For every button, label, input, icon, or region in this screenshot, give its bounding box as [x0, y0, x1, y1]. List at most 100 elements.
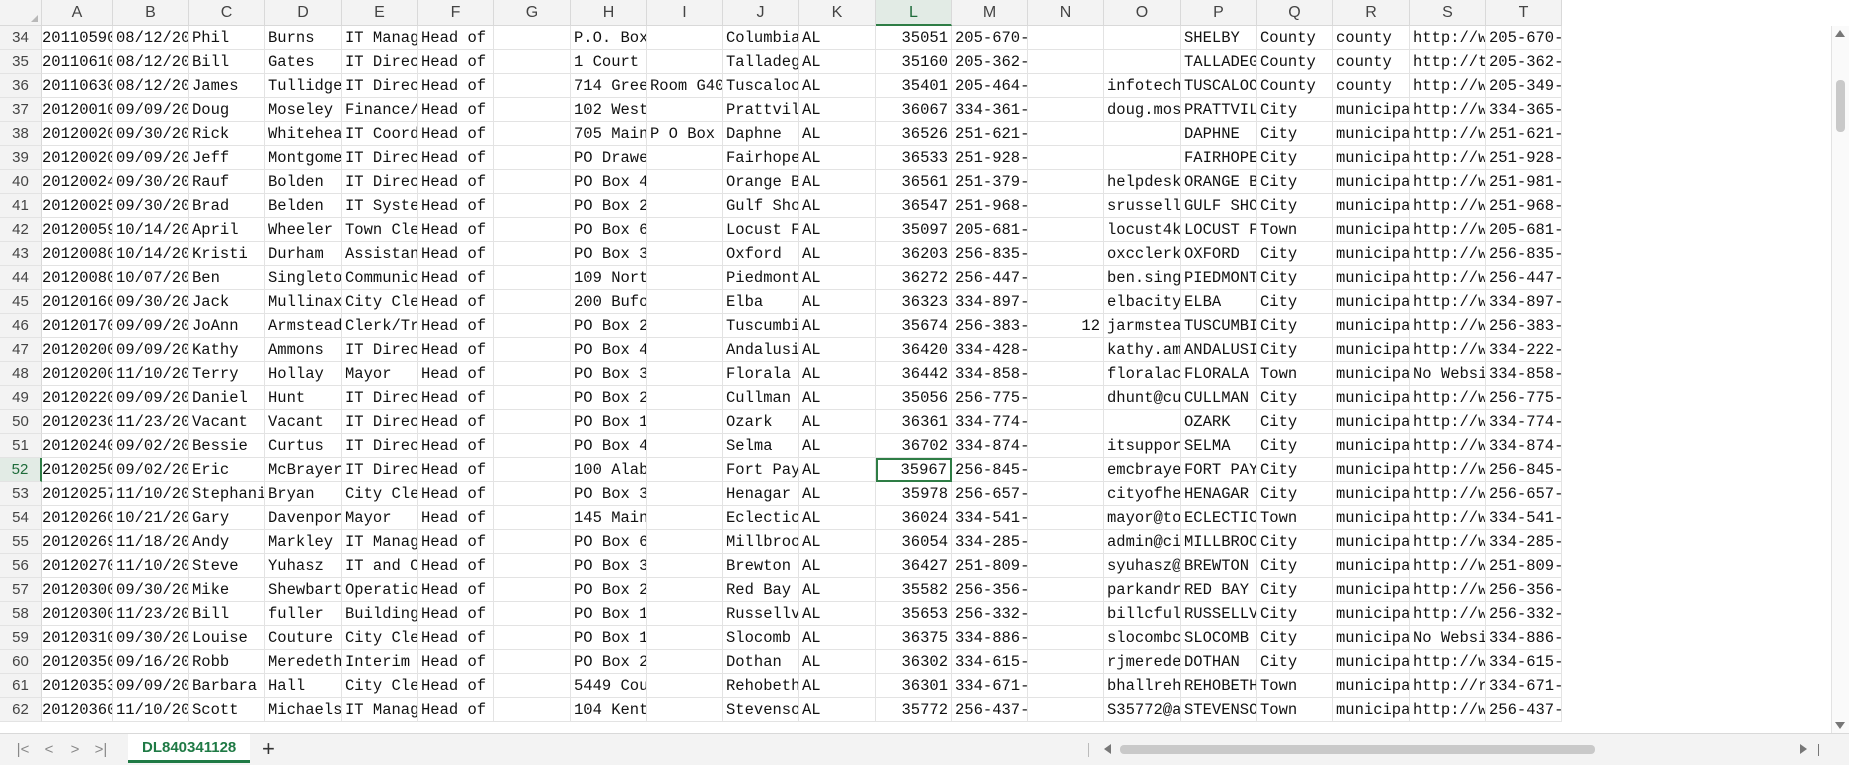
cell-c[interactable]: Jack: [189, 290, 265, 314]
cell-p[interactable]: RED BAY: [1181, 578, 1257, 602]
row-header[interactable]: 37: [0, 98, 42, 122]
cell-d[interactable]: Bryan: [265, 482, 342, 506]
cell-l[interactable]: 35056: [876, 386, 952, 410]
cell-l[interactable]: 36375: [876, 626, 952, 650]
cell-c[interactable]: James: [189, 74, 265, 98]
cell-b[interactable]: 10/21/2016: [113, 506, 189, 530]
cell-i[interactable]: [647, 314, 723, 338]
cell-e[interactable]: IT Coordin: [342, 122, 418, 146]
cell-e[interactable]: City Clerk: [342, 482, 418, 506]
cell-b[interactable]: 09/30/2016: [113, 170, 189, 194]
cell-o[interactable]: jarmstead@: [1104, 314, 1181, 338]
cell-j[interactable]: Russellville: [723, 602, 799, 626]
cell-b[interactable]: 09/30/2016: [113, 578, 189, 602]
cell-b[interactable]: 09/30/2016: [113, 290, 189, 314]
cell-s[interactable]: http://www: [1410, 338, 1486, 362]
cell-s[interactable]: http://www: [1410, 386, 1486, 410]
cell-o[interactable]: admin@city: [1104, 530, 1181, 554]
cell-j[interactable]: Elba: [723, 290, 799, 314]
cell-m[interactable]: 256-835-6100: [952, 242, 1028, 266]
cell-j[interactable]: Slocomb: [723, 626, 799, 650]
cell-t[interactable]: 334-874-: [1486, 434, 1562, 458]
column-header-m[interactable]: M: [952, 0, 1028, 26]
cell-e[interactable]: IT Director: [342, 74, 418, 98]
cell-a[interactable]: 2012005901: [42, 218, 113, 242]
cell-i[interactable]: [647, 650, 723, 674]
cell-p[interactable]: GULF SHORES: [1181, 194, 1257, 218]
cell-o[interactable]: [1104, 50, 1181, 74]
cell-n[interactable]: [1028, 506, 1104, 530]
cell-k[interactable]: AL: [799, 122, 876, 146]
cell-k[interactable]: AL: [799, 242, 876, 266]
cell-t[interactable]: 334-858-: [1486, 362, 1562, 386]
column-header-i[interactable]: I: [647, 0, 723, 26]
cell-j[interactable]: Prattville: [723, 98, 799, 122]
cell-l[interactable]: 36702: [876, 434, 952, 458]
cell-i[interactable]: [647, 194, 723, 218]
cell-a[interactable]: 2012016001: [42, 290, 113, 314]
cell-i[interactable]: [647, 146, 723, 170]
cell-n[interactable]: [1028, 50, 1104, 74]
cell-g[interactable]: [494, 194, 571, 218]
cell-i[interactable]: Room G40: [647, 74, 723, 98]
cell-c[interactable]: Bessie: [189, 434, 265, 458]
cell-n[interactable]: [1028, 578, 1104, 602]
cell-h[interactable]: 705 Main S: [571, 122, 647, 146]
cell-s[interactable]: http://www: [1410, 242, 1486, 266]
cell-d[interactable]: Hall: [265, 674, 342, 698]
cell-l[interactable]: 36302: [876, 650, 952, 674]
cell-t[interactable]: 334-365-: [1486, 98, 1562, 122]
cell-n[interactable]: [1028, 626, 1104, 650]
cell-g[interactable]: [494, 674, 571, 698]
cell-m[interactable]: 334-774-5393: [952, 410, 1028, 434]
cell-d[interactable]: Yuhasz: [265, 554, 342, 578]
cell-d[interactable]: Burns: [265, 26, 342, 50]
cell-m[interactable]: 251-928-2136: [952, 146, 1028, 170]
cell-s[interactable]: http://www: [1410, 98, 1486, 122]
column-header-s[interactable]: S: [1410, 0, 1486, 26]
cell-a[interactable]: 2011063063: [42, 74, 113, 98]
row-header[interactable]: 50: [0, 410, 42, 434]
cell-n[interactable]: [1028, 386, 1104, 410]
cell-b[interactable]: 09/16/2016: [113, 650, 189, 674]
cell-g[interactable]: [494, 410, 571, 434]
cell-t[interactable]: 256-657-: [1486, 482, 1562, 506]
row-header[interactable]: 52: [0, 458, 42, 482]
cell-q[interactable]: City: [1257, 170, 1333, 194]
cell-n[interactable]: [1028, 482, 1104, 506]
cell-p[interactable]: DAPHNE: [1181, 122, 1257, 146]
cell-p[interactable]: STEVENSON: [1181, 698, 1257, 722]
cell-e[interactable]: IT Director: [342, 338, 418, 362]
cell-a[interactable]: 2012035004: [42, 650, 113, 674]
cell-h[interactable]: PO Drawer 429: [571, 146, 647, 170]
cell-q[interactable]: City: [1257, 194, 1333, 218]
cell-n[interactable]: [1028, 98, 1104, 122]
cell-t[interactable]: 334-774-: [1486, 410, 1562, 434]
cell-j[interactable]: Talladega: [723, 50, 799, 74]
cell-t[interactable]: 251-981-: [1486, 170, 1562, 194]
cell-q[interactable]: City: [1257, 242, 1333, 266]
row-header[interactable]: 39: [0, 146, 42, 170]
cell-l[interactable]: 36323: [876, 290, 952, 314]
cell-f[interactable]: Head of IT: [418, 314, 494, 338]
cell-p[interactable]: BREWTON: [1181, 554, 1257, 578]
cell-f[interactable]: Head of IT: [418, 482, 494, 506]
column-header-j[interactable]: J: [723, 0, 799, 26]
cell-b[interactable]: 10/14/2016: [113, 218, 189, 242]
cell-k[interactable]: AL: [799, 674, 876, 698]
cell-o[interactable]: cityofhena: [1104, 482, 1181, 506]
cell-l[interactable]: 36442: [876, 362, 952, 386]
cell-n[interactable]: [1028, 410, 1104, 434]
cell-j[interactable]: Columbiana: [723, 26, 799, 50]
horizontal-scrollbar[interactable]: [1120, 745, 1800, 754]
cell-g[interactable]: [494, 482, 571, 506]
cell-g[interactable]: [494, 506, 571, 530]
column-header-f[interactable]: F: [418, 0, 494, 26]
cell-s[interactable]: http://tal: [1410, 50, 1486, 74]
cell-s[interactable]: http://www: [1410, 410, 1486, 434]
cell-d[interactable]: Davenport: [265, 506, 342, 530]
cell-i[interactable]: [647, 458, 723, 482]
cell-j[interactable]: Cullman: [723, 386, 799, 410]
cell-m[interactable]: 205-464-8552: [952, 74, 1028, 98]
scroll-up-icon[interactable]: [1835, 30, 1845, 37]
